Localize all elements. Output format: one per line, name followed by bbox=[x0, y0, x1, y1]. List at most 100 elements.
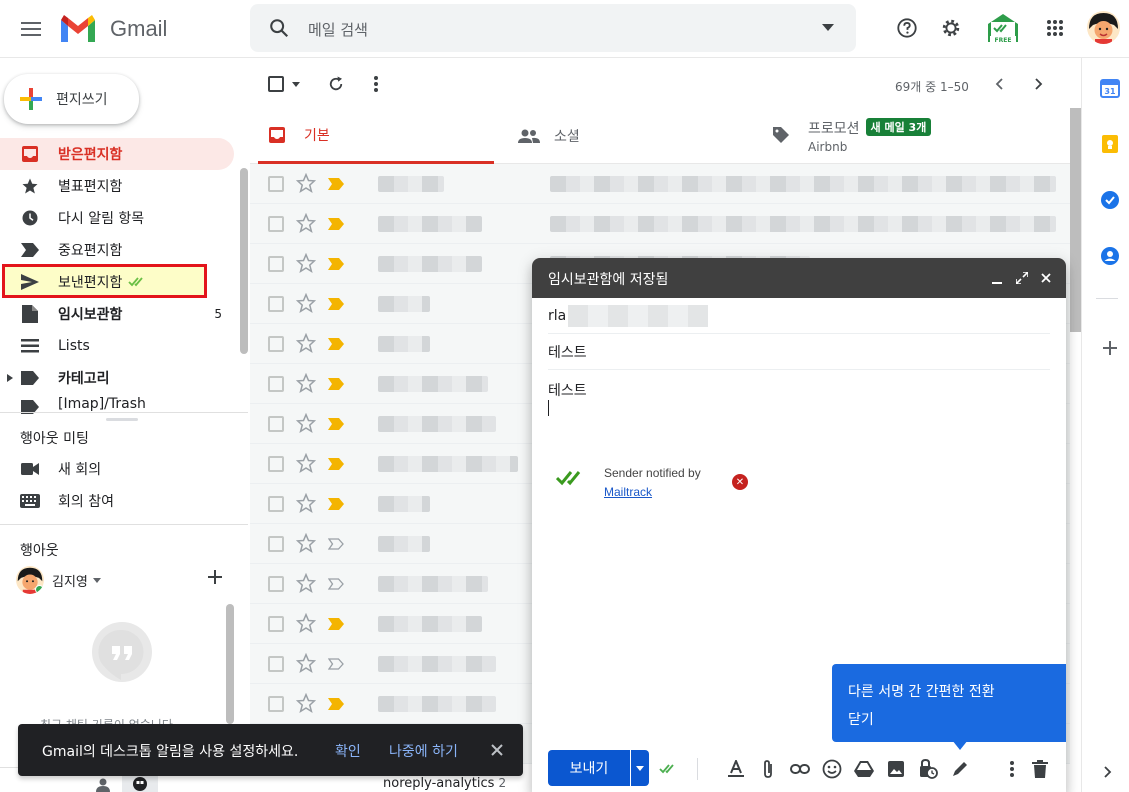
important-marker-icon[interactable] bbox=[328, 418, 344, 430]
row-checkbox[interactable] bbox=[268, 296, 284, 312]
star-icon[interactable] bbox=[296, 293, 316, 313]
mailtrack-toggle[interactable] bbox=[659, 758, 681, 780]
remove-signature-button[interactable]: ✕ bbox=[732, 474, 748, 490]
table-row[interactable] bbox=[250, 164, 1070, 204]
tab-social[interactable]: 소셜 bbox=[518, 108, 580, 164]
row-checkbox[interactable] bbox=[268, 216, 284, 232]
star-icon[interactable] bbox=[296, 653, 316, 673]
discard-draft-button[interactable] bbox=[1029, 758, 1051, 780]
select-all-checkbox[interactable] bbox=[268, 76, 284, 92]
important-marker-icon[interactable] bbox=[328, 298, 344, 310]
signature-button[interactable] bbox=[949, 758, 971, 780]
row-checkbox[interactable] bbox=[268, 176, 284, 192]
row-checkbox[interactable] bbox=[268, 536, 284, 552]
tab-primary[interactable]: 기본 bbox=[258, 108, 494, 164]
mailtrack-button[interactable]: FREE bbox=[984, 8, 1022, 48]
important-marker-icon[interactable] bbox=[328, 218, 344, 230]
attach-button[interactable] bbox=[757, 758, 779, 780]
row-checkbox[interactable] bbox=[268, 416, 284, 432]
important-marker-icon[interactable] bbox=[328, 618, 344, 630]
row-checkbox[interactable] bbox=[268, 336, 284, 352]
send-label: 보내기 bbox=[569, 761, 609, 777]
important-marker-icon[interactable] bbox=[328, 458, 344, 470]
hangouts-scrollbar[interactable] bbox=[226, 604, 234, 724]
settings-button[interactable] bbox=[935, 12, 967, 44]
drive-button[interactable] bbox=[853, 758, 875, 780]
resize-handle[interactable] bbox=[106, 418, 138, 421]
compose-header[interactable]: 임시보관함에 저장됨 bbox=[532, 258, 1066, 298]
new-chat-button[interactable] bbox=[208, 570, 222, 584]
sidebar-item-important[interactable]: 중요편지함 bbox=[0, 234, 234, 266]
send-options-button[interactable] bbox=[631, 750, 649, 786]
important-marker-icon[interactable] bbox=[328, 658, 344, 670]
important-marker-icon[interactable] bbox=[328, 498, 344, 510]
main-menu-button[interactable] bbox=[14, 12, 48, 46]
important-marker-icon[interactable] bbox=[328, 578, 344, 590]
hangouts-user[interactable]: 김지영 bbox=[16, 566, 101, 594]
star-icon[interactable] bbox=[296, 693, 316, 713]
sidebar-scrollbar[interactable] bbox=[240, 168, 248, 354]
compose-button[interactable]: 편지쓰기 bbox=[4, 74, 139, 124]
sidebar-item-sent[interactable]: 보낸편지함 bbox=[0, 266, 234, 298]
row-checkbox[interactable] bbox=[268, 376, 284, 392]
more-options-button[interactable] bbox=[1001, 758, 1023, 780]
row-checkbox[interactable] bbox=[268, 456, 284, 472]
row-checkbox[interactable] bbox=[268, 696, 284, 712]
snackbar-confirm-button[interactable]: 확인 bbox=[335, 741, 361, 761]
sidebar-item-trash[interactable]: [Imap]/Trash bbox=[0, 394, 234, 414]
account-avatar[interactable] bbox=[1087, 11, 1120, 44]
confidential-mode-button[interactable] bbox=[917, 758, 939, 780]
help-button[interactable] bbox=[891, 12, 923, 44]
star-icon[interactable] bbox=[296, 493, 316, 513]
sidebar-item-drafts[interactable]: 임시보관함 5 bbox=[0, 298, 234, 330]
tip-close-link[interactable]: 닫기 bbox=[848, 706, 1050, 734]
important-marker-icon[interactable] bbox=[328, 378, 344, 390]
mailtrack-link[interactable]: Mailtrack bbox=[604, 483, 701, 502]
subject-field[interactable]: 테스트 bbox=[548, 334, 1050, 370]
tab-promotions[interactable]: 프로모션 새 메일 3개 bbox=[772, 108, 932, 164]
important-marker-icon[interactable] bbox=[328, 178, 344, 190]
important-marker-icon[interactable] bbox=[328, 258, 344, 270]
star-icon[interactable] bbox=[296, 213, 316, 233]
table-row[interactable] bbox=[250, 204, 1070, 244]
row-checkbox[interactable] bbox=[268, 256, 284, 272]
star-icon[interactable] bbox=[296, 533, 316, 553]
star-icon[interactable] bbox=[296, 453, 316, 473]
sidebar-item-categories[interactable]: 카테고리 bbox=[0, 362, 234, 394]
search-input[interactable]: 메일 검색 bbox=[308, 19, 368, 40]
sidebar-item-starred[interactable]: 별표편지함 bbox=[0, 170, 234, 202]
row-checkbox[interactable] bbox=[268, 616, 284, 632]
row-checkbox[interactable] bbox=[268, 496, 284, 512]
send-button[interactable]: 보내기 bbox=[548, 750, 630, 786]
compose-plus-icon bbox=[20, 88, 42, 110]
recipients-field[interactable]: rla bbox=[548, 298, 1050, 334]
sidebar-item-inbox[interactable]: 받은편지함 bbox=[0, 138, 234, 170]
star-icon[interactable] bbox=[296, 253, 316, 273]
gmail-logo[interactable]: Gmail bbox=[58, 14, 167, 44]
join-meeting-button[interactable]: 회의 참여 bbox=[20, 489, 114, 513]
star-icon[interactable] bbox=[296, 613, 316, 633]
sidebar-item-snoozed[interactable]: 다시 알림 항목 bbox=[0, 202, 234, 234]
main-scrollbar[interactable] bbox=[1070, 108, 1081, 332]
important-marker-icon[interactable] bbox=[328, 338, 344, 350]
insert-photo-button[interactable] bbox=[885, 758, 907, 780]
star-icon[interactable] bbox=[296, 573, 316, 593]
row-checkbox[interactable] bbox=[268, 656, 284, 672]
important-marker-icon[interactable] bbox=[328, 538, 344, 550]
apps-button[interactable] bbox=[1039, 12, 1071, 44]
star-icon[interactable] bbox=[296, 173, 316, 193]
star-icon[interactable] bbox=[296, 373, 316, 393]
row-checkbox[interactable] bbox=[268, 576, 284, 592]
emoji-button[interactable] bbox=[821, 758, 843, 780]
pagination-text: 69개 중 1–50 bbox=[895, 80, 969, 94]
snackbar-later-button[interactable]: 나중에 하기 bbox=[389, 741, 458, 761]
star-icon[interactable] bbox=[296, 413, 316, 433]
formatting-button[interactable] bbox=[725, 758, 747, 780]
insert-link-button[interactable] bbox=[789, 758, 811, 780]
important-marker-icon[interactable] bbox=[328, 698, 344, 710]
star-icon[interactable] bbox=[296, 333, 316, 353]
message-body[interactable]: 테스트 bbox=[548, 380, 587, 400]
new-meeting-button[interactable]: 새 회의 bbox=[20, 457, 101, 481]
sidebar-item-lists[interactable]: Lists bbox=[0, 330, 234, 362]
search-bar[interactable]: 메일 검색 bbox=[250, 4, 856, 52]
